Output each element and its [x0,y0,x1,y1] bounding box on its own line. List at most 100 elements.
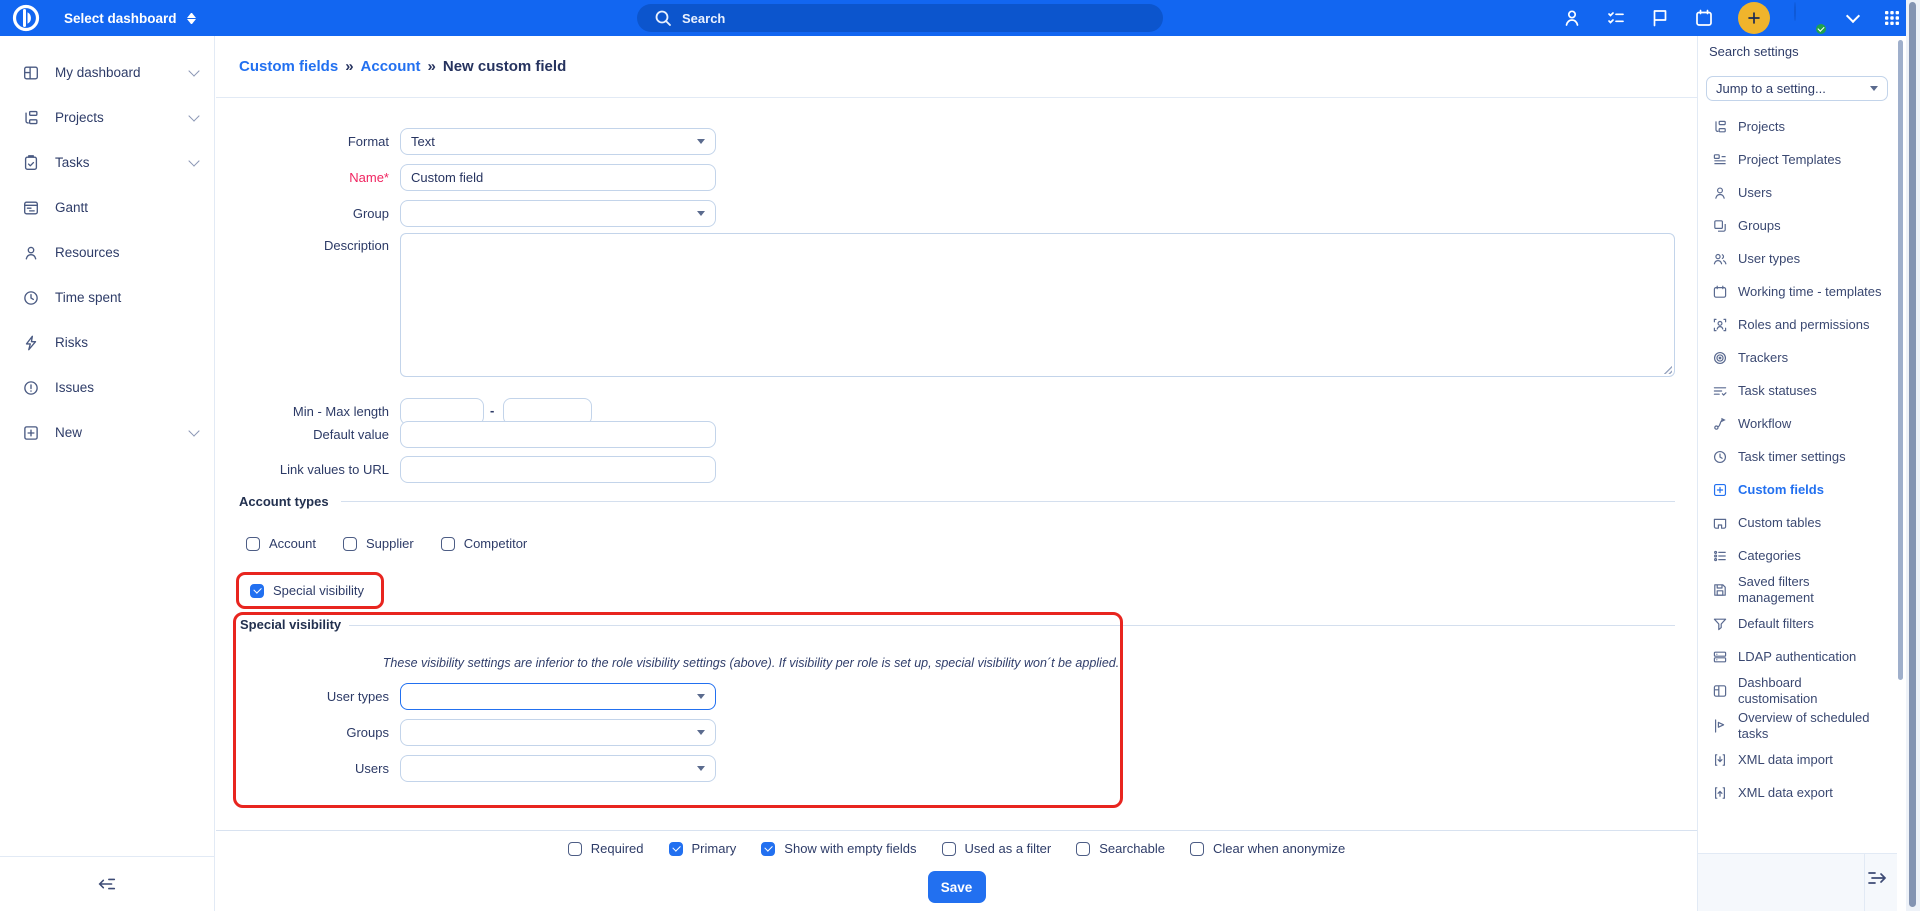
breadcrumb-link-custom-fields[interactable]: Custom fields [239,58,338,75]
user-types-select[interactable] [400,683,716,710]
page-scrollbar-thumb[interactable] [1909,2,1916,907]
description-textarea[interactable] [400,233,1675,377]
sidebar-item-new[interactable]: New [0,410,214,455]
users-label: Users [239,761,389,776]
checkbox[interactable] [1190,842,1204,856]
app-logo-icon[interactable] [11,3,41,33]
checkbox-label: Show with empty fields [784,841,916,856]
checkbox[interactable] [1076,842,1090,856]
quick-add-button[interactable] [1738,2,1770,34]
select-dashboard-button[interactable]: Select dashboard [64,0,196,36]
setting-item-workflow[interactable]: Workflow [1698,407,1890,440]
option-primary[interactable]: Primary [669,841,737,856]
setting-item-dashboard-customisation[interactable]: Dashboard customisation [1698,673,1890,708]
name-input[interactable]: Custom field [400,164,716,191]
collapse-left-icon[interactable] [96,873,118,895]
checkbox-label: Used as a filter [965,841,1052,856]
sidebar-item-my-dashboard[interactable]: My dashboard [0,50,214,95]
chevron-down-icon[interactable] [188,65,199,76]
sidebar-item-resources[interactable]: Resources [0,230,214,275]
collapse-right-icon[interactable] [1865,866,1889,890]
checkbox[interactable] [761,842,775,856]
setting-item-xml-data-export[interactable]: XML data export [1698,776,1890,809]
apps-grid-icon[interactable] [1882,8,1902,28]
minmax-dash: - [490,403,494,418]
account-type-competitor[interactable]: Competitor [441,536,528,551]
chevron-down-icon[interactable] [188,425,199,436]
special-visibility-checkbox-item[interactable]: Special visibility [250,583,364,598]
option-used-as-filter[interactable]: Used as a filter [942,841,1052,856]
jump-to-setting-select[interactable]: Jump to a setting... [1706,76,1888,101]
option-searchable[interactable]: Searchable [1076,841,1165,856]
sidebar-scrollbar[interactable] [1898,40,1903,680]
checkbox[interactable] [343,537,357,551]
calendar-icon[interactable] [1694,8,1714,28]
setting-item-task-statuses[interactable]: Task statuses [1698,374,1890,407]
link-values-input[interactable] [400,456,716,483]
sidebar-item-issues[interactable]: Issues [0,365,214,410]
breadcrumb-separator: » [428,58,436,75]
plus-square-icon [22,424,40,442]
layout-icon [1712,683,1728,699]
checkbox[interactable] [441,537,455,551]
groups-select[interactable] [400,719,716,746]
option-required[interactable]: Required [568,841,644,856]
chevron-down-icon[interactable] [188,110,199,121]
checkbox[interactable] [250,584,264,598]
option-show-with-empty-fields[interactable]: Show with empty fields [761,841,916,856]
settings-list: Projects Project Templates Users Groups … [1698,110,1890,809]
setting-item-trackers[interactable]: Trackers [1698,341,1890,374]
setting-item-user-types[interactable]: User types [1698,242,1890,275]
setting-item-categories[interactable]: Categories [1698,539,1890,572]
option-clear-when-anonymize[interactable]: Clear when anonymize [1190,841,1345,856]
flag-icon[interactable] [1650,8,1670,28]
sidebar-item-risks[interactable]: Risks [0,320,214,365]
users-select[interactable] [400,755,716,782]
default-value-input[interactable] [400,421,716,448]
group-select[interactable] [400,200,716,227]
chevron-down-icon[interactable] [188,155,199,166]
setting-item-custom-fields[interactable]: Custom fields [1698,473,1890,506]
sidebar-item-time-spent[interactable]: Time spent [0,275,214,320]
format-select[interactable]: Text [400,128,716,155]
setting-item-default-filters[interactable]: Default filters [1698,607,1890,640]
setting-item-ldap-authentication[interactable]: LDAP authentication [1698,640,1890,673]
sidebar-item-gantt[interactable]: Gantt [0,185,214,230]
checkbox-label: Required [591,841,644,856]
user-avatar[interactable] [1794,3,1824,33]
setting-item-working-time-templates[interactable]: Working time - templates [1698,275,1890,308]
checklist-icon[interactable] [1606,8,1626,28]
save-button[interactable]: Save [928,871,986,903]
sidebar-item-tasks[interactable]: Tasks [0,140,214,185]
checkbox[interactable] [568,842,582,856]
checkbox-label: Special visibility [273,583,364,598]
account-type-supplier[interactable]: Supplier [343,536,414,551]
resize-handle[interactable] [1662,364,1672,374]
checkbox[interactable] [246,537,260,551]
setting-item-overview-scheduled-tasks[interactable]: Overview of scheduled tasks [1698,708,1890,743]
account-menu-chevron-icon[interactable] [1846,9,1860,23]
setting-item-xml-data-import[interactable]: XML data import [1698,743,1890,776]
setting-item-projects[interactable]: Projects [1698,110,1890,143]
breadcrumb-link-account[interactable]: Account [361,58,421,75]
description-label: Description [239,238,389,253]
setting-item-task-timer-settings[interactable]: Task timer settings [1698,440,1890,473]
people-icon[interactable] [1562,8,1582,28]
global-search-input[interactable]: Search [637,4,1163,32]
format-value: Text [411,134,435,149]
setting-item-roles-permissions[interactable]: Roles and permissions [1698,308,1890,341]
setting-item-custom-tables[interactable]: Custom tables [1698,506,1890,539]
sidebar-label: Risks [55,335,198,350]
setting-item-saved-filters-management[interactable]: Saved filters management [1698,572,1890,607]
account-type-account[interactable]: Account [246,536,316,551]
sidebar-item-projects[interactable]: Projects [0,95,214,140]
setting-item-project-templates[interactable]: Project Templates [1698,143,1890,176]
checkbox[interactable] [669,842,683,856]
checkbox[interactable] [942,842,956,856]
account-types-legend: Account types [239,494,329,509]
setting-item-users[interactable]: Users [1698,176,1890,209]
setting-label: Groups [1738,218,1781,234]
setting-item-groups[interactable]: Groups [1698,209,1890,242]
setting-label: LDAP authentication [1738,649,1856,665]
setting-label: Task timer settings [1738,449,1846,465]
